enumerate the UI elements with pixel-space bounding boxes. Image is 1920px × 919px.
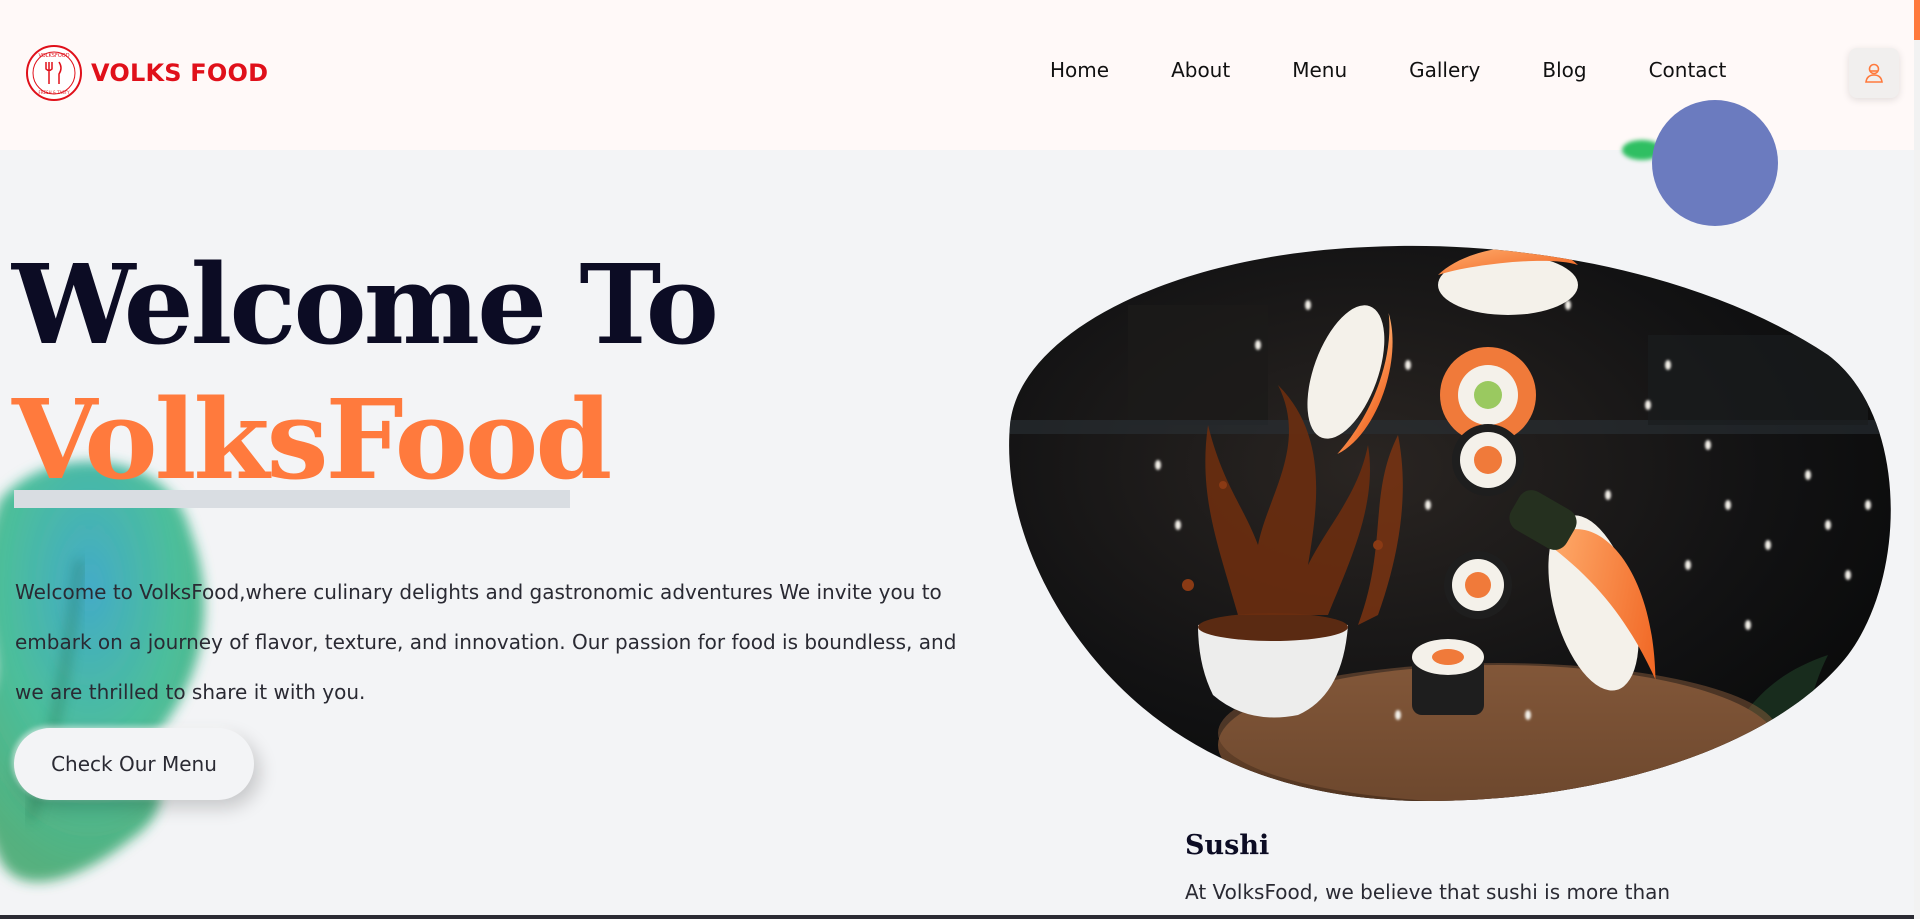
user-icon [1865,63,1883,83]
hero-description: Welcome to VolksFood,where culinary deli… [15,580,957,704]
nav-item-about[interactable]: About [1171,58,1230,82]
nav-item-contact[interactable]: Contact [1649,58,1727,82]
brand-logo[interactable]: VOLKSFOOD FRESH & TASTY [25,44,83,102]
hero-title-line-1: Welcome To [12,240,719,369]
bottom-border [0,915,1914,919]
nav-item-menu[interactable]: Menu [1292,58,1347,82]
main-nav: Home About Menu Gallery Blog Contact [1050,58,1726,82]
nav-item-gallery[interactable]: Gallery [1409,58,1480,82]
page: VOLKSFOOD FRESH & TASTY VOLKS FOOD Home … [0,0,1920,919]
nav-item-home[interactable]: Home [1050,58,1109,82]
logo-text-top: VOLKSFOOD [38,53,69,59]
user-account-button[interactable] [1849,48,1899,98]
site-header: VOLKSFOOD FRESH & TASTY VOLKS FOOD Home … [0,0,1914,150]
hero-title-line-2: VolksFood [12,375,612,504]
check-menu-button[interactable]: Check Our Menu [14,728,254,800]
decorative-blob-blue [1652,100,1778,226]
nav-item-blog[interactable]: Blog [1542,58,1586,82]
brand[interactable]: VOLKSFOOD FRESH & TASTY VOLKS FOOD [25,44,268,102]
featured-dish-description: At VolksFood, we believe that sushi is m… [1185,880,1671,904]
brand-name[interactable]: VOLKS FOOD [91,59,268,87]
logo-text-bottom: FRESH & TASTY [38,90,70,95]
featured-dish-title: Sushi [1185,830,1270,861]
sushi-hero-image [1009,245,1891,801]
scrollbar-thumb[interactable] [1914,0,1920,40]
scrollbar-track[interactable] [1914,0,1920,919]
